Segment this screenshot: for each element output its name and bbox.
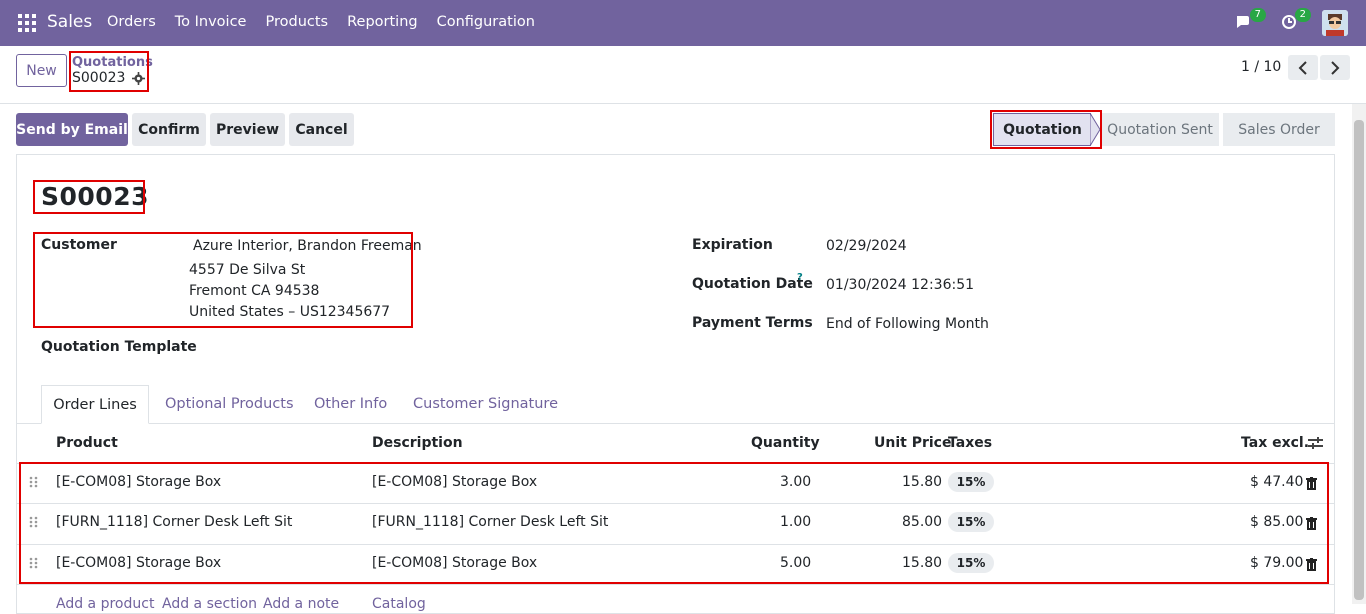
breadcrumb-current: S00023 bbox=[72, 70, 153, 87]
drag-handle-icon[interactable] bbox=[29, 557, 38, 569]
column-settings-icon[interactable] bbox=[1308, 436, 1323, 450]
user-avatar[interactable] bbox=[1322, 10, 1348, 36]
tab-order-lines[interactable]: Order Lines bbox=[41, 385, 149, 424]
activities-icon[interactable]: 2 bbox=[1280, 8, 1311, 34]
expiration-label: Expiration bbox=[692, 237, 773, 253]
catalog-link[interactable]: Catalog bbox=[372, 596, 426, 612]
app-brand[interactable]: Sales bbox=[47, 12, 92, 32]
tab-optional-products[interactable]: Optional Products bbox=[165, 396, 294, 412]
chevron-left-icon bbox=[1298, 60, 1307, 75]
trash-icon[interactable] bbox=[1306, 517, 1317, 530]
customer-address-line3: United States – US12345677 bbox=[189, 304, 391, 320]
add-note-link[interactable]: Add a note bbox=[263, 596, 339, 612]
payment-terms-value[interactable]: End of Following Month bbox=[826, 316, 989, 332]
row-subtotal: $ 47.40 bbox=[1250, 474, 1304, 490]
gear-icon[interactable] bbox=[132, 72, 146, 85]
header-description[interactable]: Description bbox=[372, 435, 463, 451]
customer-label: Customer bbox=[41, 237, 117, 253]
header-product[interactable]: Product bbox=[56, 435, 118, 451]
row-description[interactable]: [E-COM08] Storage Box bbox=[372, 555, 537, 571]
row-quantity[interactable]: 5.00 bbox=[780, 555, 811, 571]
header-divider bbox=[17, 463, 1334, 464]
add-section-link[interactable]: Add a section bbox=[162, 596, 257, 612]
row-tax-badge[interactable]: 15% bbox=[948, 553, 994, 573]
row-description[interactable]: [E-COM08] Storage Box bbox=[372, 474, 537, 490]
row-quantity[interactable]: 3.00 bbox=[780, 474, 811, 490]
order-title: S00023 bbox=[41, 182, 149, 211]
header-unit-price[interactable]: Unit Price bbox=[874, 435, 951, 451]
menu-to-invoice[interactable]: To Invoice bbox=[175, 14, 247, 30]
send-by-email-button[interactable]: Send by Email bbox=[16, 113, 128, 146]
row-product[interactable]: [E-COM08] Storage Box bbox=[56, 474, 221, 490]
new-button[interactable]: New bbox=[16, 54, 67, 87]
row-quantity[interactable]: 1.00 bbox=[780, 514, 811, 530]
row-subtotal: $ 79.00 bbox=[1250, 555, 1304, 571]
messages-icon[interactable]: 7 bbox=[1235, 8, 1266, 34]
row-unit-price[interactable]: 15.80 bbox=[902, 474, 942, 490]
tab-customer-signature[interactable]: Customer Signature bbox=[413, 396, 558, 412]
confirm-button[interactable]: Confirm bbox=[132, 113, 206, 146]
customer-address-line1: 4557 De Silva St bbox=[189, 262, 306, 278]
trash-icon[interactable] bbox=[1306, 477, 1317, 490]
row-unit-price[interactable]: 15.80 bbox=[902, 555, 942, 571]
header-taxes[interactable]: Taxes bbox=[948, 435, 992, 451]
row-description[interactable]: [FURN_1118] Corner Desk Left Sit bbox=[372, 514, 608, 530]
header-tax-excl[interactable]: Tax excl. bbox=[1241, 435, 1309, 451]
breadcrumb: Quotations S00023 bbox=[72, 55, 153, 87]
drag-handle-icon[interactable] bbox=[29, 516, 38, 528]
trash-icon[interactable] bbox=[1306, 558, 1317, 571]
menu-products[interactable]: Products bbox=[265, 14, 328, 30]
menu-reporting[interactable]: Reporting bbox=[347, 14, 418, 30]
add-product-link[interactable]: Add a product bbox=[56, 596, 154, 612]
row-tax-badge[interactable]: 15% bbox=[948, 512, 994, 532]
apps-grid-icon[interactable] bbox=[18, 14, 36, 32]
stage-quotation[interactable]: Quotation bbox=[993, 113, 1091, 146]
tabs-baseline bbox=[17, 423, 1334, 424]
pager-value[interactable]: 1 / 10 bbox=[1241, 59, 1281, 75]
scrollbar-thumb[interactable] bbox=[1354, 120, 1364, 600]
pager-next-button[interactable] bbox=[1320, 55, 1350, 80]
customer-address-line2: Fremont CA 94538 bbox=[189, 283, 320, 299]
messages-badge: 7 bbox=[1249, 8, 1266, 22]
stage-quotation-sent[interactable]: Quotation Sent bbox=[1101, 113, 1219, 146]
expiration-value[interactable]: 02/29/2024 bbox=[826, 238, 907, 254]
chevron-right-icon bbox=[1331, 60, 1340, 75]
payment-terms-label: Payment Terms bbox=[692, 315, 813, 331]
row-tax-badge[interactable]: 15% bbox=[948, 472, 994, 492]
stage-sales-order[interactable]: Sales Order bbox=[1223, 113, 1335, 146]
tab-other-info[interactable]: Other Info bbox=[314, 396, 387, 412]
pager-previous-button[interactable] bbox=[1288, 55, 1318, 80]
breadcrumb-quotations[interactable]: Quotations bbox=[72, 55, 153, 70]
breadcrumb-current-label: S00023 bbox=[72, 70, 126, 86]
preview-button[interactable]: Preview bbox=[210, 113, 285, 146]
menu-configuration[interactable]: Configuration bbox=[437, 14, 535, 30]
control-panel-divider bbox=[0, 103, 1366, 104]
drag-handle-icon[interactable] bbox=[29, 476, 38, 488]
form-sheet bbox=[16, 154, 1335, 614]
quotation-date-value[interactable]: 01/30/2024 12:36:51 bbox=[826, 277, 974, 293]
row-divider bbox=[17, 544, 1334, 545]
row-product[interactable]: [FURN_1118] Corner Desk Left Sit bbox=[56, 514, 292, 530]
main-menu: Orders To Invoice Products Reporting Con… bbox=[107, 14, 554, 30]
quotation-date-help-icon[interactable]: ? bbox=[797, 272, 803, 283]
menu-orders[interactable]: Orders bbox=[107, 14, 156, 30]
quotation-date-label: Quotation Date bbox=[692, 276, 813, 292]
row-divider bbox=[17, 584, 1334, 585]
activities-badge: 2 bbox=[1294, 8, 1311, 22]
cancel-button[interactable]: Cancel bbox=[289, 113, 354, 146]
row-unit-price[interactable]: 85.00 bbox=[902, 514, 942, 530]
row-subtotal: $ 85.00 bbox=[1250, 514, 1304, 530]
row-divider bbox=[17, 503, 1334, 504]
quotation-template-label: Quotation Template bbox=[41, 339, 197, 355]
top-navbar: Sales Orders To Invoice Products Reporti… bbox=[0, 0, 1366, 46]
header-quantity[interactable]: Quantity bbox=[751, 435, 820, 451]
customer-name[interactable]: Azure Interior, Brandon Freeman bbox=[193, 238, 422, 254]
row-product[interactable]: [E-COM08] Storage Box bbox=[56, 555, 221, 571]
